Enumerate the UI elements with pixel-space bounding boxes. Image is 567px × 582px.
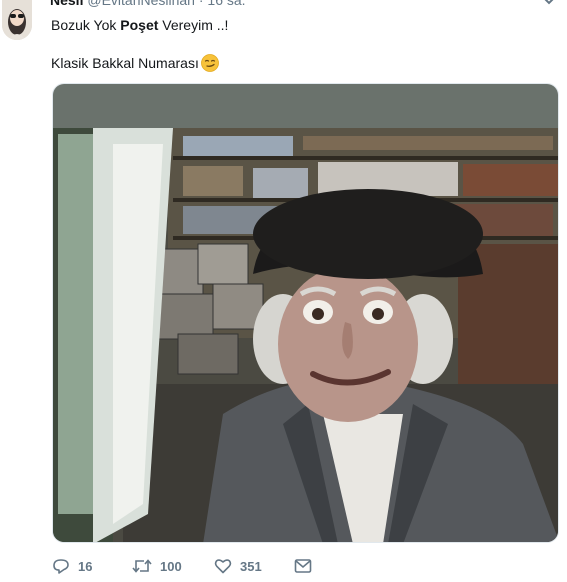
retweet-icon bbox=[132, 559, 152, 573]
chevron-down-icon[interactable] bbox=[541, 0, 557, 8]
author-name[interactable]: Nesli bbox=[50, 0, 83, 8]
tweet-media-image[interactable] bbox=[52, 83, 559, 543]
retweet-count: 100 bbox=[160, 558, 182, 574]
text-segment: Bozuk Yok bbox=[51, 17, 121, 33]
text-segment-bold: Poşet bbox=[120, 17, 159, 33]
separator-dot: · bbox=[198, 0, 204, 8]
reply-icon bbox=[53, 559, 69, 574]
like-button[interactable]: 351 bbox=[214, 555, 262, 577]
retweet-button[interactable]: 100 bbox=[132, 555, 182, 577]
direct-message-button[interactable] bbox=[294, 555, 312, 577]
avatar-image bbox=[2, 0, 32, 40]
avatar[interactable] bbox=[2, 0, 32, 40]
tweet-timestamp[interactable]: 16 sa. bbox=[207, 0, 245, 8]
reply-count: 16 bbox=[78, 558, 93, 574]
tweet-header: Nesli @EvitanNeslihan · 16 sa. bbox=[50, 0, 246, 8]
tweet-text-line-2: Klasik Bakkal Numarası bbox=[51, 54, 219, 72]
tweet-text-line-1: Bozuk Yok Poşet Vereyim ..! bbox=[51, 17, 228, 33]
like-count: 351 bbox=[240, 558, 262, 574]
text-segment: Klasik Bakkal Numarası bbox=[51, 55, 199, 71]
reply-button[interactable]: 16 bbox=[52, 555, 92, 577]
envelope-icon bbox=[294, 559, 312, 573]
author-handle[interactable]: @EvitanNeslihan bbox=[87, 0, 195, 8]
tweet-actions: 16 100 351 bbox=[52, 555, 452, 577]
text-segment: Vereyim ..! bbox=[158, 17, 229, 33]
heart-icon bbox=[214, 559, 232, 574]
smirking-face-emoji bbox=[200, 54, 219, 72]
